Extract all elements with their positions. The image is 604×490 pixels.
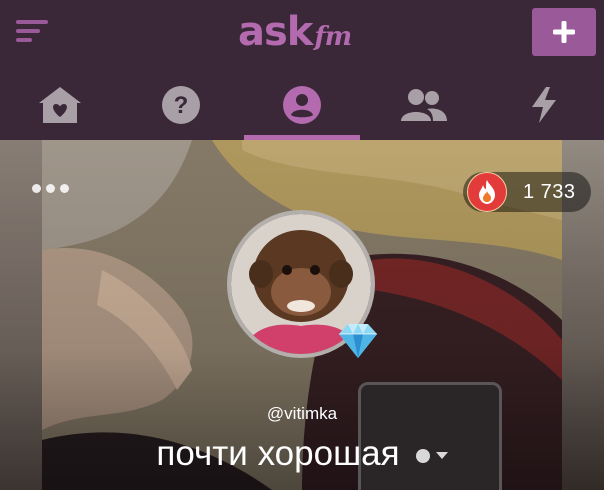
hamburger-icon [16, 20, 48, 42]
app-root: askfm ? 1 733 @vitimka почти хорошая [0, 0, 604, 490]
more-options-button[interactable] [32, 180, 72, 196]
more-dots-icon [32, 183, 41, 193]
fire-icon [467, 172, 507, 212]
fire-count: 1 733 [523, 180, 576, 203]
profile-header: 1 733 @vitimka почти хорошая [0, 140, 604, 490]
plus-icon [553, 21, 575, 43]
home-heart-icon [39, 87, 82, 123]
status-dot-icon [415, 448, 430, 463]
question-icon: ? [162, 86, 201, 124]
logo-suffix: fm [314, 22, 352, 52]
top-bar: askfm [0, 0, 604, 70]
askfm-logo: askfm [238, 8, 352, 56]
profile-display-name: почти хорошая [156, 434, 400, 473]
tab-home[interactable] [0, 70, 121, 140]
fire-counter-badge[interactable]: 1 733 [463, 172, 591, 212]
display-name-row[interactable]: почти хорошая [0, 434, 604, 474]
tab-profile[interactable] [242, 70, 363, 140]
lightning-icon [531, 87, 556, 123]
main-nav: ? [0, 70, 604, 140]
tab-activity[interactable] [483, 70, 604, 140]
add-button[interactable] [532, 8, 596, 56]
profile-icon [282, 86, 321, 124]
tab-questions[interactable]: ? [121, 70, 242, 140]
chevron-down-icon [435, 452, 448, 460]
diamond-icon [339, 324, 377, 358]
logo-main: ask [238, 9, 313, 55]
more-dots-icon [46, 183, 55, 193]
friends-icon [400, 89, 447, 121]
more-dots-icon [60, 183, 69, 193]
profile-username: @vitimka [266, 404, 338, 423]
svg-text:?: ? [174, 92, 189, 119]
tab-friends[interactable] [362, 70, 483, 140]
menu-button[interactable] [14, 14, 50, 50]
